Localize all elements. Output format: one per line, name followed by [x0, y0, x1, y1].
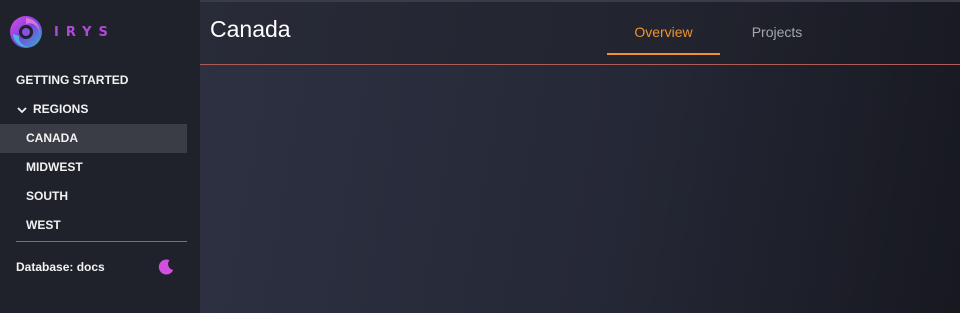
- sidebar-item-label: SOUTH: [26, 189, 68, 203]
- tab-active-underline: [607, 53, 720, 55]
- sidebar-item-canada[interactable]: CANADA: [0, 124, 187, 153]
- sidebar-item-label: CANADA: [26, 131, 78, 145]
- top-bar: Canada Overview Projects: [200, 0, 960, 64]
- sidebar-item-label: GETTING STARTED: [16, 73, 129, 87]
- sidebar: IRYS GETTING STARTED REGIONS CANADA MIDW…: [0, 0, 200, 313]
- sidebar-item-south[interactable]: SOUTH: [0, 182, 187, 211]
- sidebar-item-label: REGIONS: [33, 102, 89, 116]
- brand-name: IRYS: [54, 24, 115, 40]
- tab-label: Projects: [751, 24, 803, 40]
- sidebar-item-label: WEST: [26, 218, 61, 232]
- sidebar-item-getting-started[interactable]: GETTING STARTED: [0, 66, 200, 95]
- database-row: Database: docs: [16, 254, 176, 280]
- tab-label: Overview: [634, 24, 693, 40]
- tab-overview[interactable]: Overview: [607, 0, 720, 64]
- sidebar-item-midwest[interactable]: MIDWEST: [0, 153, 187, 182]
- database-label: Database: docs: [16, 260, 105, 274]
- tabs: Overview Projects: [607, 0, 834, 64]
- sidebar-nav: GETTING STARTED REGIONS CANADA MIDWEST S…: [0, 66, 200, 240]
- app-window: IRYS GETTING STARTED REGIONS CANADA MIDW…: [0, 0, 960, 313]
- tab-projects[interactable]: Projects: [720, 0, 834, 64]
- top-edge: [200, 0, 960, 2]
- logo[interactable]: IRYS: [8, 13, 115, 51]
- header-divider: [200, 64, 960, 65]
- sidebar-item-west[interactable]: WEST: [0, 211, 187, 240]
- main-content: Canada Overview Projects: [200, 0, 960, 313]
- moon-icon[interactable]: [156, 257, 176, 277]
- sidebar-divider: [16, 241, 187, 242]
- chevron-down-icon: [17, 106, 27, 113]
- sidebar-item-label: MIDWEST: [26, 160, 83, 174]
- page-title: Canada: [210, 16, 291, 42]
- sidebar-item-regions[interactable]: REGIONS: [0, 95, 200, 124]
- irys-logo-icon: [10, 16, 42, 48]
